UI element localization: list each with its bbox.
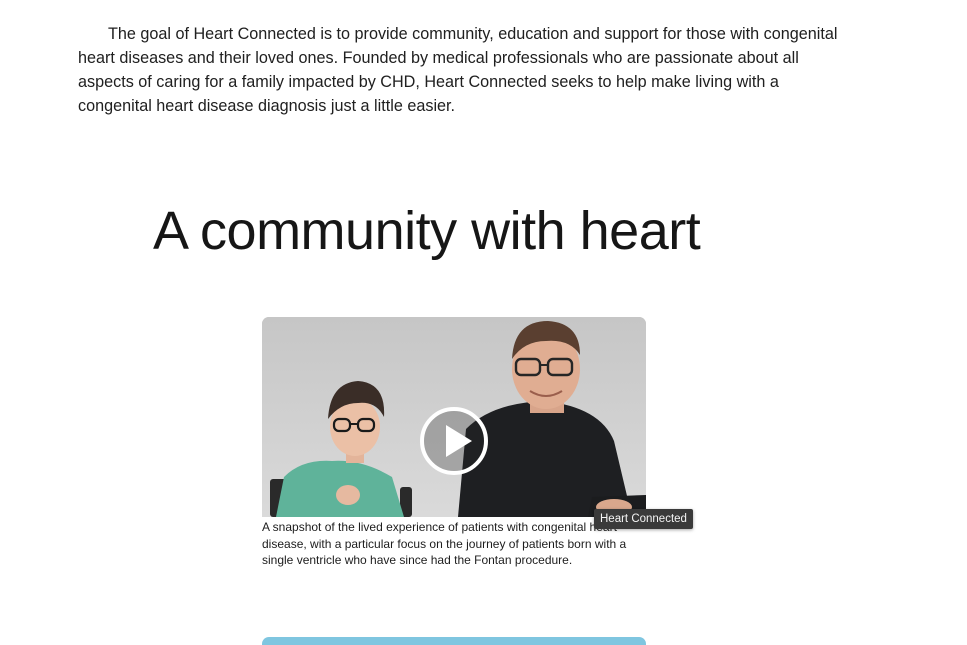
play-icon	[420, 407, 488, 475]
video-player[interactable]	[262, 317, 646, 517]
section-headline: A community with heart	[153, 201, 701, 261]
play-button[interactable]	[418, 405, 490, 477]
tooltip: Heart Connected	[594, 509, 693, 529]
page: The goal of Heart Connected is to provid…	[0, 0, 967, 645]
intro-paragraph: The goal of Heart Connected is to provid…	[78, 25, 838, 115]
next-video-thumbnail[interactable]	[262, 637, 646, 645]
